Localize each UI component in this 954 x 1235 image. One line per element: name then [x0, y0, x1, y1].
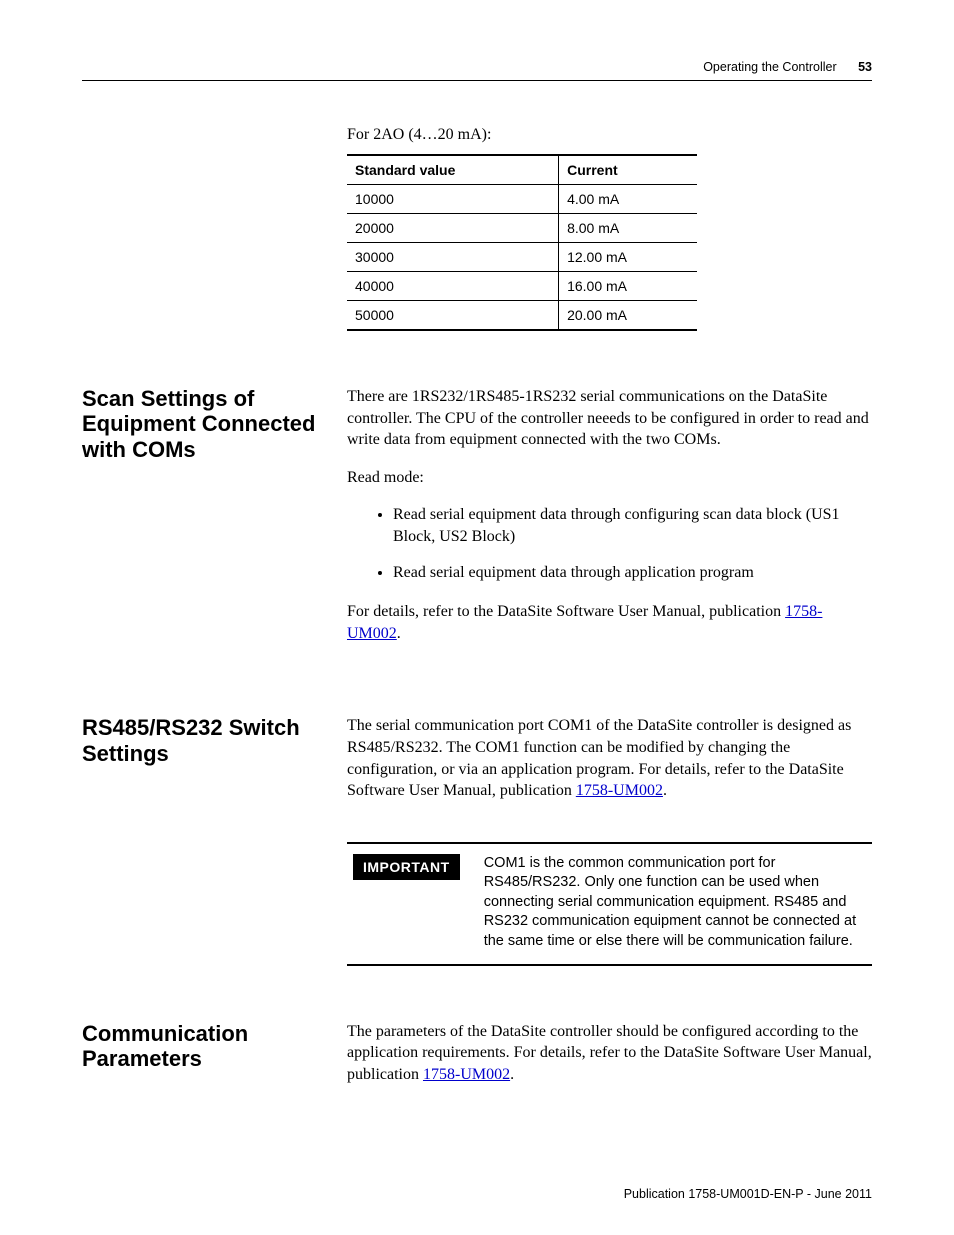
footer-publication: Publication 1758-UM001D-EN-P - June 2011 — [624, 1187, 872, 1201]
col-header-current: Current — [559, 155, 697, 185]
text: . — [510, 1066, 514, 1083]
section-communication-parameters: Communication Parameters The parameters … — [82, 1021, 872, 1102]
heading-switch-settings: RS485/RS232 Switch Settings — [82, 715, 347, 766]
important-text: COM1 is the common communication port fo… — [484, 854, 866, 952]
standard-value-table: Standard value Current 10000 4.00 mA 200… — [347, 154, 697, 331]
cell: 16.00 mA — [559, 272, 697, 301]
cell: 12.00 mA — [559, 243, 697, 272]
cell: 40000 — [347, 272, 559, 301]
page: Operating the Controller 53 For 2AO (4…2… — [0, 0, 954, 1235]
table-header-row: Standard value Current — [347, 155, 697, 185]
table-row: 30000 12.00 mA — [347, 243, 697, 272]
paragraph: There are 1RS232/1RS485-1RS232 serial co… — [347, 386, 872, 451]
paragraph: For details, refer to the DataSite Softw… — [347, 601, 872, 644]
important-badge: IMPORTANT — [353, 854, 460, 880]
text: For details, refer to the DataSite Softw… — [347, 603, 785, 620]
bullet-list: Read serial equipment data through confi… — [347, 504, 872, 583]
table-row: 10000 4.00 mA — [347, 185, 697, 214]
text: . — [663, 782, 667, 799]
table-row: 40000 16.00 mA — [347, 272, 697, 301]
cell: 20.00 mA — [559, 301, 697, 331]
page-number: 53 — [858, 60, 872, 74]
table-row: 50000 20.00 mA — [347, 301, 697, 331]
heading-scan-settings: Scan Settings of Equipment Connected wit… — [82, 386, 347, 462]
col-header-standard-value: Standard value — [347, 155, 559, 185]
heading-communication-parameters: Communication Parameters — [82, 1021, 347, 1072]
list-item: Read serial equipment data through confi… — [393, 504, 872, 547]
cell: 8.00 mA — [559, 214, 697, 243]
cell: 20000 — [347, 214, 559, 243]
table-row: 20000 8.00 mA — [347, 214, 697, 243]
table-caption: For 2AO (4…20 mA): — [347, 126, 872, 144]
important-callout: IMPORTANT COM1 is the common communicati… — [347, 842, 872, 966]
list-item: Read serial equipment data through appli… — [393, 562, 872, 584]
header-rule — [82, 80, 872, 81]
text: . — [397, 625, 401, 642]
cell: 10000 — [347, 185, 559, 214]
chapter-title: Operating the Controller — [703, 60, 836, 74]
body-scan-settings: There are 1RS232/1RS485-1RS232 serial co… — [347, 386, 872, 660]
link-1758-um002[interactable]: 1758-UM002 — [576, 782, 663, 799]
link-1758-um002[interactable]: 1758-UM002 — [423, 1066, 510, 1083]
cell: 4.00 mA — [559, 185, 697, 214]
section-switch-settings: RS485/RS232 Switch Settings The serial c… — [82, 715, 872, 965]
cell: 30000 — [347, 243, 559, 272]
running-head: Operating the Controller 53 — [82, 60, 872, 74]
body-communication-parameters: The parameters of the DataSite controlle… — [347, 1021, 872, 1102]
content: For 2AO (4…20 mA): Standard value Curren… — [82, 126, 872, 1101]
intro-block: For 2AO (4…20 mA): Standard value Curren… — [347, 126, 872, 331]
cell: 50000 — [347, 301, 559, 331]
paragraph: The serial communication port COM1 of th… — [347, 715, 872, 801]
paragraph: The parameters of the DataSite controlle… — [347, 1021, 872, 1086]
body-switch-settings: The serial communication port COM1 of th… — [347, 715, 872, 965]
paragraph: Read mode: — [347, 467, 872, 489]
section-scan-settings: Scan Settings of Equipment Connected wit… — [82, 386, 872, 660]
